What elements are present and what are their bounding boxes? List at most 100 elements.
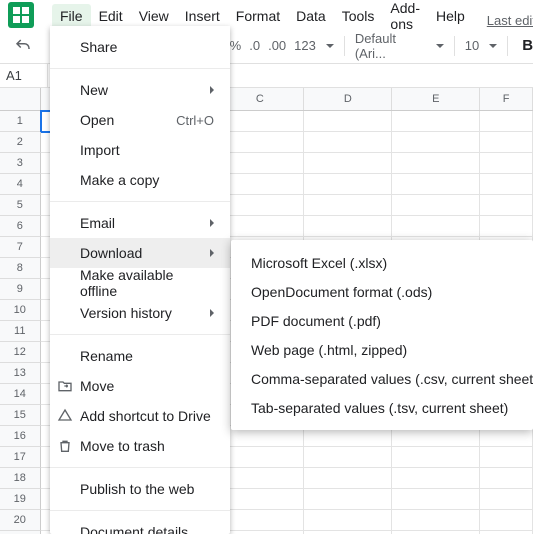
file-import[interactable]: Import [50,135,230,165]
col-header[interactable]: F [480,88,533,110]
cell[interactable] [392,132,480,153]
file-move-to-trash[interactable]: Move to trash [50,431,230,461]
cell[interactable] [480,216,533,237]
cell[interactable] [304,447,392,468]
cell[interactable] [304,195,392,216]
cell[interactable] [392,510,480,531]
cell[interactable] [392,111,480,132]
row-header[interactable]: 2 [0,132,41,153]
file-open[interactable]: OpenCtrl+O [50,105,230,135]
menu-item-label: Download [80,245,142,261]
file-email[interactable]: Email [50,208,230,238]
cell[interactable] [304,510,392,531]
row-header[interactable]: 10 [0,300,41,321]
download-csv[interactable]: Comma-separated values (.csv, current sh… [231,364,533,393]
decrease-decimal-button[interactable]: .0 [249,38,260,53]
menu-data[interactable]: Data [288,4,334,28]
menu-view[interactable]: View [131,4,177,28]
row-header[interactable]: 3 [0,153,41,174]
cell[interactable] [392,174,480,195]
menu-format[interactable]: Format [228,4,288,28]
file-menu-dropdown: Share New OpenCtrl+O Import Make a copy … [50,26,230,534]
row-header[interactable]: 7 [0,237,41,258]
font-family-dropdown[interactable]: Default (Ari... [355,31,444,61]
select-all-corner[interactable] [0,88,41,110]
cell[interactable] [480,111,533,132]
file-move[interactable]: Move [50,371,230,401]
cell[interactable] [392,447,480,468]
cell[interactable] [480,153,533,174]
row-header[interactable]: 8 [0,258,41,279]
row-header[interactable]: 14 [0,384,41,405]
chevron-down-icon [489,44,497,48]
menu-shortcut: Ctrl+O [176,113,214,128]
download-pdf[interactable]: PDF document (.pdf) [231,306,533,335]
bold-button[interactable]: B [522,37,533,54]
col-header[interactable]: D [304,88,392,110]
last-edit-link[interactable]: Last edit was s [487,13,533,28]
percent-format-button[interactable]: % [230,38,242,53]
cell[interactable] [392,468,480,489]
file-add-shortcut[interactable]: Add shortcut to Drive [50,401,230,431]
cell[interactable] [304,216,392,237]
increase-decimal-button[interactable]: .00 [268,38,286,53]
cell[interactable] [480,447,533,468]
row-header[interactable]: 15 [0,405,41,426]
cell[interactable] [480,195,533,216]
download-tsv[interactable]: Tab-separated values (.tsv, current shee… [231,393,533,422]
row-header[interactable]: 6 [0,216,41,237]
row-header[interactable]: 16 [0,426,41,447]
col-header[interactable]: E [392,88,480,110]
row-header[interactable]: 13 [0,363,41,384]
file-version-history[interactable]: Version history [50,298,230,328]
menu-file[interactable]: File [52,4,91,28]
number-format-dropdown[interactable]: 123 [294,38,334,53]
row-header[interactable]: 5 [0,195,41,216]
cell[interactable] [304,132,392,153]
file-publish-to-web[interactable]: Publish to the web [50,474,230,504]
cell[interactable] [392,153,480,174]
file-make-a-copy[interactable]: Make a copy [50,165,230,195]
cell[interactable] [392,489,480,510]
download-xlsx[interactable]: Microsoft Excel (.xlsx) [231,248,533,277]
menu-insert[interactable]: Insert [177,4,228,28]
font-size-dropdown[interactable]: 10 [465,38,497,53]
row-header[interactable]: 1 [0,111,41,132]
menu-tools[interactable]: Tools [334,4,383,28]
cell[interactable] [304,153,392,174]
menubar: File Edit View Insert Format Data Tools … [52,4,473,28]
row-header[interactable]: 20 [0,510,41,531]
row-header[interactable]: 4 [0,174,41,195]
row-header[interactable]: 19 [0,489,41,510]
cell[interactable] [304,468,392,489]
undo-button[interactable] [12,34,35,58]
file-rename[interactable]: Rename [50,341,230,371]
row-header[interactable]: 9 [0,279,41,300]
file-share[interactable]: Share [50,32,230,62]
file-make-available-offline[interactable]: Make available offline [50,268,230,298]
submenu-arrow-icon [210,86,214,94]
cell[interactable] [304,174,392,195]
cell[interactable] [480,468,533,489]
file-download[interactable]: Download [50,238,230,268]
name-box[interactable]: A1 [0,64,48,87]
row-header[interactable]: 17 [0,447,41,468]
menu-help[interactable]: Help [428,4,473,28]
cell[interactable] [304,489,392,510]
font-family-label: Default (Ari... [355,31,426,61]
cell[interactable] [392,216,480,237]
row-header[interactable]: 11 [0,321,41,342]
cell[interactable] [304,111,392,132]
menu-edit[interactable]: Edit [91,4,131,28]
cell[interactable] [480,132,533,153]
download-html[interactable]: Web page (.html, zipped) [231,335,533,364]
row-header[interactable]: 18 [0,468,41,489]
cell[interactable] [480,489,533,510]
file-new[interactable]: New [50,75,230,105]
file-document-details[interactable]: Document details [50,517,230,534]
cell[interactable] [392,195,480,216]
cell[interactable] [480,174,533,195]
download-ods[interactable]: OpenDocument format (.ods) [231,277,533,306]
row-header[interactable]: 12 [0,342,41,363]
cell[interactable] [480,510,533,531]
